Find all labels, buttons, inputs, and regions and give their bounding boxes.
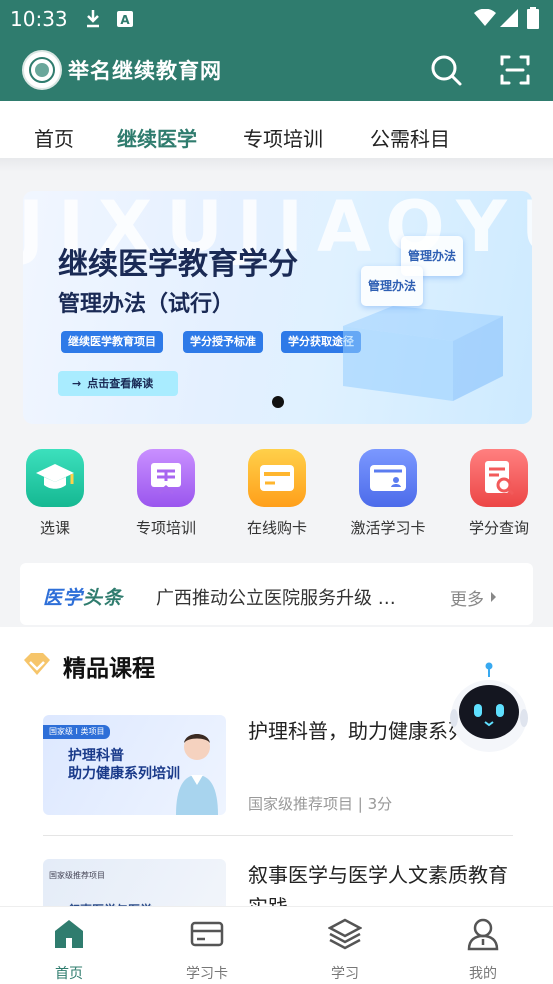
site-logo-icon — [22, 50, 62, 90]
banner-subtitle: 管理办法（试行） — [58, 292, 235, 317]
nav-study[interactable]: 学习 — [305, 917, 385, 983]
nav-home[interactable]: 首页 — [29, 917, 109, 983]
promo-banner[interactable]: JIXUJIAOYU 继续医学教育学分 管理办法（试行） 继续医学教育项目 学分… — [23, 191, 532, 424]
svg-text:A: A — [120, 13, 130, 27]
app-title: 举名继续教育网 — [68, 58, 222, 83]
signal-icon — [500, 9, 518, 27]
graduation-cap-icon — [26, 449, 84, 507]
quick-action-special-training[interactable]: 专项培训 — [121, 449, 211, 538]
banner-card: 管理办法 — [361, 266, 423, 306]
diamond-icon — [24, 653, 50, 675]
quick-action-select-course[interactable]: 选课 — [10, 449, 100, 538]
search-document-icon — [470, 449, 528, 507]
id-card-icon — [359, 449, 417, 507]
news-ticker[interactable]: 医学头条 广西推动公立医院服务升级 … 更多 — [20, 563, 533, 625]
tab-home[interactable]: 首页 — [34, 123, 74, 152]
app-header: 举名继续教育网 — [0, 38, 553, 101]
course-thumbnail: 国家级 I 类项目 护理科普 助力健康系列培训 — [43, 715, 226, 815]
news-headline[interactable]: 广西推动公立医院服务升级 … — [156, 584, 426, 610]
app-notification-icon: A — [117, 11, 133, 27]
search-icon[interactable] — [429, 53, 463, 87]
carousel-indicator[interactable] — [272, 396, 284, 408]
banner-title: 继续医学教育学分 — [58, 247, 298, 282]
section-title: 精品课程 — [63, 656, 155, 682]
quick-action-credit-query[interactable]: 学分查询 — [454, 449, 544, 538]
tab-special-training[interactable]: 专项培训 — [243, 123, 323, 152]
news-brand-logo: 医学头条 — [43, 587, 124, 609]
banner-cta-button[interactable]: → 点击查看解读 — [58, 371, 178, 396]
chevron-right-icon — [491, 592, 496, 602]
user-icon — [467, 918, 499, 951]
quick-action-label: 选课 — [39, 519, 70, 537]
banner-chip: 学分授予标准 — [183, 331, 263, 353]
tab-public-courses[interactable]: 公需科目 — [370, 123, 450, 152]
robot-assistant-icon[interactable] — [447, 660, 531, 756]
tab-continuing-medicine[interactable]: 继续医学 — [117, 123, 197, 152]
status-time: 10:33 — [10, 7, 68, 31]
bottom-navigation: 首页 学习卡 学习 我的 — [0, 906, 553, 984]
course-meta: 国家级推荐项目 | 3分 — [248, 795, 393, 813]
nurse-illustration-icon — [176, 734, 218, 815]
card-icon — [248, 449, 306, 507]
layers-icon — [327, 918, 363, 950]
quick-action-label: 在线购卡 — [246, 519, 307, 537]
banner-illustration: 管理办法 管理办法 — [333, 236, 503, 401]
quick-action-activate-card[interactable]: 激活学习卡 — [343, 449, 433, 538]
home-icon — [55, 920, 83, 948]
scan-icon[interactable] — [498, 53, 532, 87]
category-tabs: 首页 继续医学 专项培训 公需科目 — [0, 101, 553, 158]
wifi-icon — [474, 9, 496, 26]
nav-mine[interactable]: 我的 — [443, 917, 523, 983]
more-link[interactable]: 更多 — [450, 585, 484, 610]
quick-action-label: 激活学习卡 — [350, 519, 426, 537]
training-icon — [137, 449, 195, 507]
battery-icon — [527, 7, 539, 29]
banner-chip: 继续医学教育项目 — [61, 331, 163, 353]
download-icon — [87, 10, 99, 28]
nav-study-card[interactable]: 学习卡 — [167, 917, 247, 983]
quick-action-buy-card[interactable]: 在线购卡 — [232, 449, 322, 538]
status-bar: 10:33 A — [0, 0, 553, 38]
quick-action-label: 专项培训 — [135, 519, 196, 537]
arrow-icon: → — [72, 377, 82, 390]
card-icon — [190, 921, 224, 947]
quick-action-label: 学分查询 — [468, 519, 529, 537]
